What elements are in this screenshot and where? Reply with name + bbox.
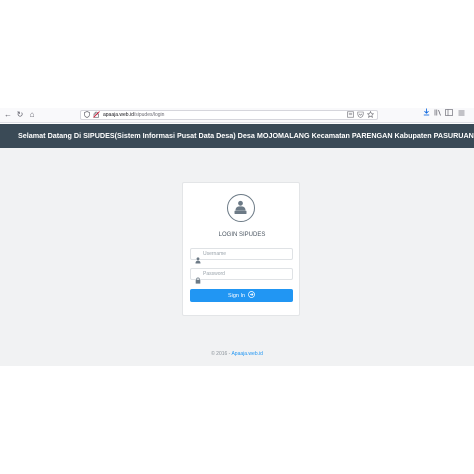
- login-card: LOGIN SIPUDES Sign In: [182, 182, 300, 316]
- back-arrow-icon[interactable]: ←: [3, 108, 13, 122]
- menu-icon[interactable]: [456, 108, 466, 122]
- footer: © 2016 - Apaaja.web.id: [0, 351, 474, 357]
- sign-in-button[interactable]: Sign In: [190, 289, 293, 302]
- user-icon: [195, 251, 201, 269]
- download-icon[interactable]: [421, 108, 431, 122]
- browser-toolbar: ← ↻ ⌂ apaaja.web.id/sipudes/login: [0, 108, 474, 123]
- welcome-title: Selamat Datang Di SIPUDES(Sistem Informa…: [18, 131, 474, 140]
- url-host: apaaja.web.id: [103, 112, 134, 118]
- url-path: /sipudes/login: [133, 112, 165, 118]
- copyright-text: © 2016 -: [211, 351, 232, 357]
- pocket-icon[interactable]: [357, 111, 364, 119]
- sidebar-icon[interactable]: [444, 108, 454, 122]
- home-icon[interactable]: ⌂: [27, 108, 37, 122]
- shield-icon[interactable]: [84, 111, 90, 119]
- login-title: LOGIN SIPUDES: [218, 232, 266, 238]
- main-content: LOGIN SIPUDES Sign In: [0, 148, 474, 366]
- lock-icon: [195, 271, 201, 289]
- sign-in-label: Sign In: [227, 292, 246, 299]
- password-input[interactable]: [203, 269, 289, 279]
- insecure-lock-icon[interactable]: [93, 111, 100, 119]
- bookmark-star-icon[interactable]: [366, 110, 375, 119]
- address-bar[interactable]: apaaja.web.id/sipudes/login: [80, 110, 378, 120]
- reload-icon[interactable]: ↻: [15, 108, 25, 122]
- username-input[interactable]: [203, 249, 289, 259]
- library-icon[interactable]: [433, 108, 443, 122]
- username-field[interactable]: [190, 248, 293, 264]
- password-field[interactable]: [190, 268, 293, 284]
- footer-link[interactable]: Apaaja.web.id: [231, 351, 262, 357]
- page: ← ↻ ⌂ apaaja.web.id/sipudes/login Selama…: [0, 0, 474, 474]
- arrow-circle-right-icon: [248, 291, 255, 300]
- url-text[interactable]: apaaja.web.id/sipudes/login: [103, 111, 164, 119]
- reader-view-icon[interactable]: [347, 111, 354, 119]
- site-header: Selamat Datang Di SIPUDES(Sistem Informa…: [0, 124, 474, 148]
- user-avatar-icon: [227, 194, 255, 222]
